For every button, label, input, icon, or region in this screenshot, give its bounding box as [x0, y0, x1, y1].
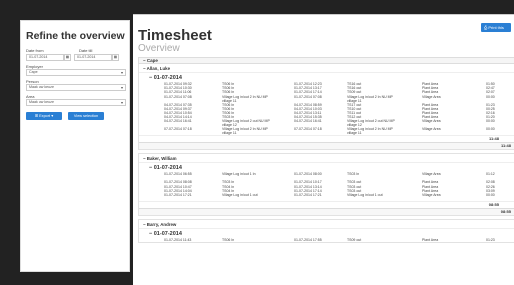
employee-header[interactable]: − Barry, Andrew: [139, 220, 514, 229]
table-cell: 00:00: [486, 94, 495, 99]
table-cell: 01-07-2014 07:08: [294, 94, 322, 99]
export-icon: ⊞: [34, 114, 39, 118]
table-cell: Village Log in/out 1 out: [222, 192, 258, 197]
date-from-label: Date from: [26, 48, 44, 53]
table-cell: 01:12: [486, 172, 495, 177]
group-total: 08:55: [139, 207, 514, 215]
export-button-label: Export: [39, 114, 51, 118]
employee-header[interactable]: − Allan, Luke: [139, 64, 514, 73]
table-cell: 01-07-2014 17:21: [164, 192, 192, 197]
table-cell: Village Log in/out 2 out NU MP village 1…: [222, 119, 270, 128]
employee-name: Baker, William: [146, 156, 177, 162]
table-cell: 01-07-2014 07:08: [164, 94, 192, 99]
print-button-label: Print this: [488, 25, 504, 30]
table-cell: Village Log in/out 2 In NU MP village 11: [222, 94, 268, 103]
employee-group: − Baker, William − 01-07-2014 01-07-2014 0…: [138, 153, 514, 216]
date-from-field[interactable]: 01-07-2014: [26, 54, 64, 61]
panel-title: Refine the overview: [26, 30, 125, 42]
page-subtitle: Overview: [138, 43, 180, 54]
export-button[interactable]: ⊞ Export ▾: [26, 112, 62, 120]
table-cell: Village Log in/out 1 In: [222, 172, 256, 177]
date-header[interactable]: − 01-07-2014: [149, 231, 514, 237]
table-row: 01-07-2014 11:43 TS06 In 01-07-2014 17:55 T…: [139, 238, 514, 242]
table-cell: Village Log in/out 2 In NU MP village 11: [222, 127, 268, 136]
company-header[interactable]: − Cape: [138, 57, 514, 64]
table-cell: Village Log in/out 2 In NU MP village 11: [347, 94, 393, 103]
date-labels: Date from Date till: [21, 45, 129, 53]
table-cell: 01:23: [486, 237, 495, 242]
date-inputs: 01-07-2014 ▦ 01-07-2014 ▦: [26, 54, 129, 61]
calendar-icon[interactable]: ▦: [112, 54, 119, 61]
table-cell: 07-07-2014 07:18: [294, 127, 322, 132]
table-cell: Village Area: [422, 94, 441, 99]
panel-buttons: ⊞ Export ▾ View selection: [26, 112, 129, 120]
table-cell: 01-07-2014 06:55: [164, 172, 192, 177]
table-cell: Village Log in/out 2 out NU MP village 1…: [347, 119, 395, 128]
table-cell: 01-07-2014 17:55: [294, 237, 322, 242]
subtotal: 11:48: [139, 135, 514, 142]
calendar-icon[interactable]: ▦: [64, 54, 71, 61]
table-cell: Village Log in/out 1 out: [347, 192, 383, 197]
company-name: Cape: [146, 58, 158, 63]
table-cell: 00:00: [486, 192, 495, 197]
table-cell: 00:00: [486, 119, 495, 124]
table-cell: 00:00: [486, 127, 495, 132]
table-row: 01-07-2014 07:08 Village Log in/out 2 In …: [139, 95, 514, 103]
table-cell: Village Area: [422, 192, 441, 197]
group-total: 11:48: [139, 142, 514, 150]
table-cell: TS06 In: [222, 237, 235, 242]
employee-header[interactable]: − Baker, William: [139, 154, 514, 164]
date-till-field[interactable]: 01-07-2014: [74, 54, 112, 61]
employee-groups: − Allan, Luke − 01-07-2014 01-07-2014 09:3…: [133, 64, 514, 244]
table-row: 07-07-2014 07:18 Village Log in/out 2 In …: [139, 127, 514, 135]
date-label: 01-07-2014: [153, 165, 182, 172]
table-cell: 04-07-2014 16:41: [294, 119, 322, 124]
table-cell: 07-07-2014 07:18: [164, 127, 192, 132]
print-button[interactable]: ⎙ Print this: [481, 23, 511, 32]
caret-down-icon: ▾: [51, 114, 54, 118]
table-cell: Village Area: [422, 127, 441, 132]
collapse-icon: −: [143, 58, 146, 63]
table-cell: Village Log in/out 2 In NU MP village 11: [347, 127, 393, 136]
employee-group: − Barry, Andrew − 01-07-2014 01-07-2014 11…: [138, 218, 514, 244]
print-icon: ⎙: [484, 25, 488, 30]
table-cell: TS09 out: [347, 237, 362, 242]
employee-name: Barry, Andrew: [146, 221, 177, 227]
view-selection-button[interactable]: View selection: [68, 112, 104, 120]
table-cell: Plant Area: [422, 237, 439, 242]
date-label: 01-07-2014: [153, 75, 182, 81]
table-cell: Village Area: [422, 119, 441, 124]
subtotal: 08:55: [139, 200, 514, 208]
table-cell: 01-07-2014 11:43: [164, 237, 192, 242]
table-cell: TS03 In: [347, 172, 360, 177]
filter-panel: Refine the overview Date from Date till …: [20, 20, 130, 272]
employer-select[interactable]: Cape: [26, 69, 126, 76]
area-select[interactable]: Maak uw keuze: [26, 99, 126, 106]
date-header[interactable]: − 01-07-2014: [149, 75, 514, 81]
table-cell: 01-07-2014 08:00: [294, 172, 322, 177]
screen: Refine the overview Date from Date till …: [0, 0, 514, 285]
timesheet-panel: ⎙ Print this Timesheet Overview − Cape −…: [133, 14, 514, 285]
date-header[interactable]: − 01-07-2014: [149, 165, 514, 171]
page-title: Timesheet: [138, 27, 212, 44]
table-row: 01-07-2014 06:55 Village Log in/out 1 In 0…: [139, 172, 514, 180]
employee-group: − Allan, Luke − 01-07-2014 01-07-2014 09:3…: [138, 64, 514, 151]
person-select[interactable]: Maak uw keuze: [26, 84, 126, 91]
table-cell: 04-07-2014 16:41: [164, 119, 192, 124]
table-row: 01-07-2014 17:21 Village Log in/out 1 out…: [139, 193, 514, 201]
table-cell: 01-07-2014 17:21: [294, 192, 322, 197]
date-label: 01-07-2014: [153, 230, 182, 237]
date-till-label: Date till: [79, 48, 93, 53]
table-cell: Village Area: [422, 172, 441, 177]
employee-name: Allan, Luke: [146, 66, 171, 71]
table-row: 04-07-2014 16:41 Village Log in/out 2 out…: [139, 119, 514, 127]
